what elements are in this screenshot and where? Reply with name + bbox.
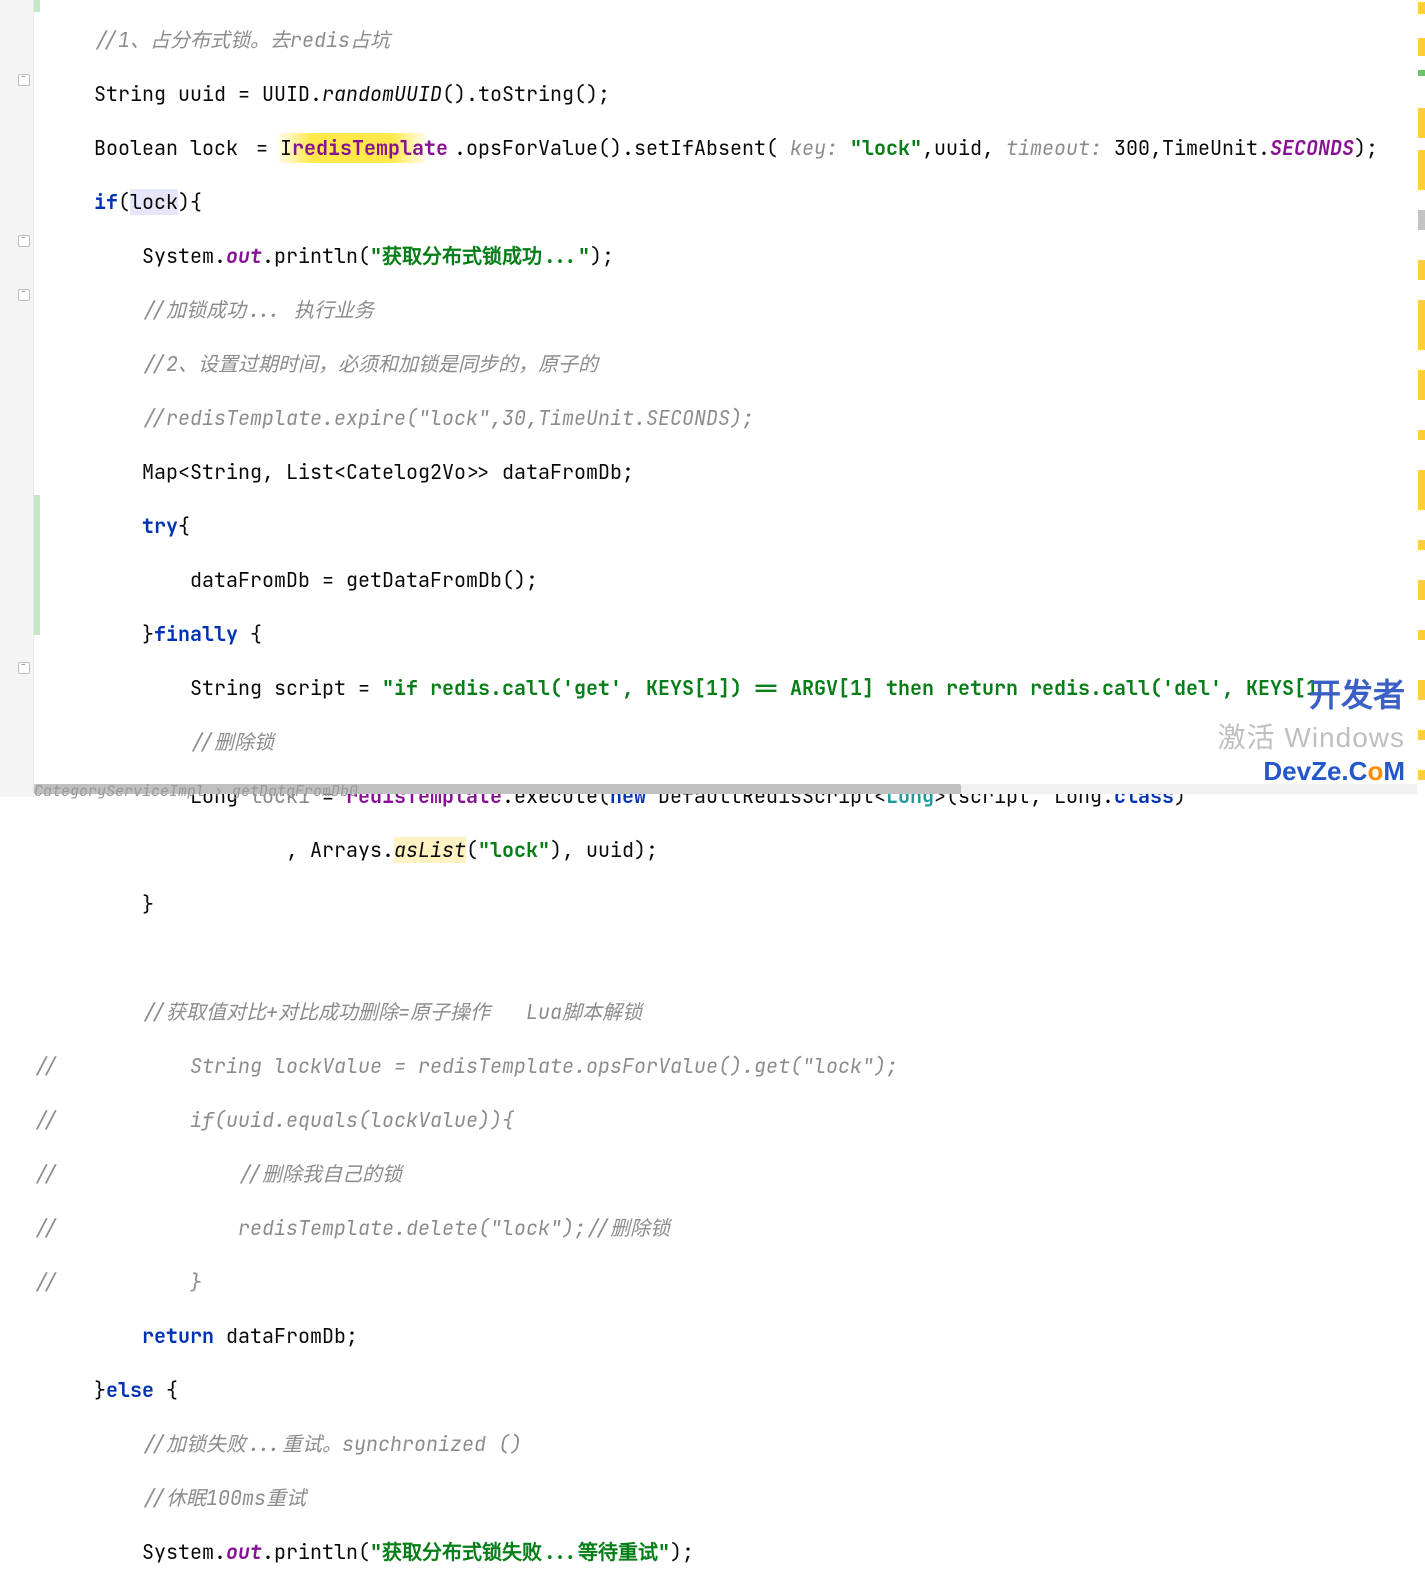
fold-toggle-icon[interactable] [18,74,30,86]
fold-toggle-icon[interactable] [18,289,30,301]
editor-gutter [0,0,34,797]
fold-toggle-icon[interactable] [18,235,30,247]
breadcrumb[interactable]: CategoryServiceImpl › getDataFromDb0 [34,781,358,801]
code-editor[interactable]: //1、占分布式锁。去redis占坑 String uuid = UUID.ra… [34,0,1417,783]
error-stripe[interactable] [1417,0,1425,797]
fold-toggle-icon[interactable] [18,662,30,674]
